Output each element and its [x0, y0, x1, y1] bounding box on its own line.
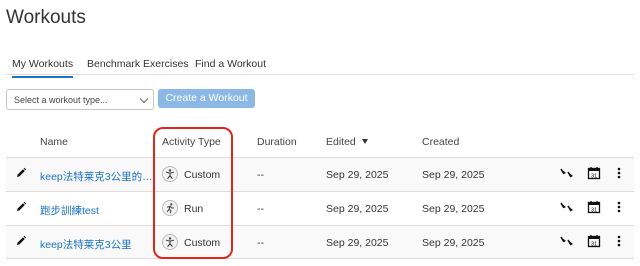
- created-date: Sep 29, 2025: [422, 237, 485, 249]
- duration-value: --: [257, 169, 264, 181]
- pencil-icon[interactable]: [15, 235, 27, 247]
- svg-text:31: 31: [591, 173, 597, 179]
- activity-type-label: Run: [184, 203, 204, 215]
- edited-date: Sep 29, 2025: [326, 203, 389, 215]
- duration-value: --: [257, 203, 264, 215]
- column-header-name[interactable]: Name: [40, 136, 68, 148]
- custom-activity-icon: [162, 234, 178, 250]
- column-header-duration[interactable]: Duration: [257, 136, 297, 148]
- tab-bar: My Workouts Benchmark Exercises Find a W…: [6, 55, 634, 78]
- more-options-icon[interactable]: [615, 234, 623, 248]
- column-header-activity-type[interactable]: Activity Type: [162, 136, 221, 148]
- tab-find-a-workout[interactable]: Find a Workout: [195, 58, 266, 70]
- workout-name-link[interactable]: 跑步訓練test: [40, 203, 99, 218]
- workout-type-select-value: Select a workout type...: [14, 95, 108, 105]
- duration-value: --: [257, 237, 264, 249]
- workout-name-link[interactable]: keep法特莱克3公里的副...: [40, 169, 158, 184]
- create-workout-button[interactable]: Create a Workout: [158, 89, 255, 108]
- created-date: Sep 29, 2025: [422, 203, 485, 215]
- send-to-device-icon[interactable]: [560, 200, 574, 214]
- send-to-device-icon[interactable]: [560, 166, 574, 180]
- sort-desc-icon: [361, 139, 368, 144]
- column-header-created[interactable]: Created: [422, 136, 459, 148]
- more-options-icon[interactable]: [615, 200, 623, 214]
- custom-activity-icon: [162, 166, 178, 182]
- more-options-icon[interactable]: [615, 166, 623, 180]
- send-to-device-icon[interactable]: [560, 234, 574, 248]
- calendar-icon[interactable]: 31: [587, 166, 601, 180]
- activity-type-label: Custom: [184, 237, 221, 249]
- workout-type-select[interactable]: Select a workout type...: [6, 89, 154, 110]
- activity-type-label: Custom: [184, 169, 221, 181]
- page-title: Workouts: [6, 7, 86, 28]
- pencil-icon[interactable]: [15, 167, 27, 179]
- column-header-edited[interactable]: Edited: [326, 136, 368, 148]
- workout-name-link[interactable]: keep法特莱克3公里: [40, 237, 132, 252]
- column-header-edited-label: Edited: [326, 136, 356, 148]
- pencil-icon[interactable]: [15, 201, 27, 213]
- run-activity-icon: [162, 200, 178, 216]
- table-row: 跑步訓練test Run -- Sep 29, 2025 Sep 29, 202…: [6, 191, 634, 225]
- tab-my-workouts[interactable]: My Workouts: [12, 58, 74, 78]
- created-date: Sep 29, 2025: [422, 169, 485, 181]
- edited-date: Sep 29, 2025: [326, 169, 389, 181]
- chevron-down-icon: [139, 94, 149, 104]
- svg-text:31: 31: [591, 241, 597, 247]
- calendar-icon[interactable]: 31: [587, 200, 601, 214]
- tab-benchmark-exercises[interactable]: Benchmark Exercises: [87, 58, 189, 70]
- calendar-icon[interactable]: 31: [587, 234, 601, 248]
- edited-date: Sep 29, 2025: [326, 237, 389, 249]
- svg-text:31: 31: [591, 207, 597, 213]
- table-row: keep法特莱克3公里的副... Custom -- Sep 29, 2025 …: [6, 157, 634, 191]
- table-row: keep法特莱克3公里 Custom -- Sep 29, 2025 Sep 2…: [6, 225, 634, 259]
